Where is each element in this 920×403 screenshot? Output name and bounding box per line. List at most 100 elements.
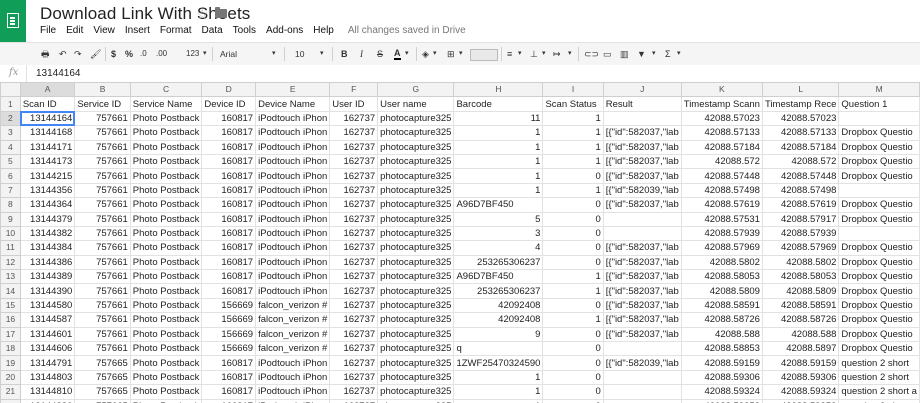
cell-j3[interactable]: [{"id":582037,"lab [602, 125, 682, 141]
cell-b4[interactable]: 757661 [74, 139, 131, 155]
cell-h14[interactable]: 253265306237 [453, 283, 544, 299]
chevron-down-icon[interactable]: ▾ [320, 48, 324, 60]
cell-a22[interactable]: 13144886 [19, 398, 76, 403]
cell-i6[interactable]: 0 [542, 168, 604, 184]
cell-d16[interactable]: 156669 [201, 312, 257, 328]
vertical-align-icon[interactable]: ⊥ [530, 48, 538, 60]
cell-g16[interactable]: photocapture325 [377, 312, 455, 328]
cell-j13[interactable]: [{"id":582037,"lab [602, 269, 682, 285]
column-header-l[interactable]: L [761, 82, 840, 98]
cell-a19[interactable]: 13144791 [19, 355, 76, 371]
cell-f6[interactable]: 162737 [329, 168, 379, 184]
cell-e18[interactable]: falcon_verizon # [255, 341, 331, 357]
cell-d19[interactable]: 160817 [201, 355, 257, 371]
chevron-down-icon[interactable]: ▾ [272, 48, 276, 60]
cell-d2[interactable]: 160817 [201, 110, 257, 127]
cell-i7[interactable]: 1 [542, 182, 604, 199]
row-header[interactable]: 5 [0, 153, 21, 170]
cell-d13[interactable]: 160817 [201, 269, 257, 285]
cell-m2[interactable] [838, 110, 920, 127]
cell-c3[interactable]: Photo Postback [129, 125, 203, 141]
cell-g19[interactable]: photocapture325 [377, 355, 455, 371]
cell-e8[interactable]: iPodtouch iPhon [255, 197, 331, 213]
cell-f18[interactable]: 162737 [329, 341, 379, 357]
cell-f17[interactable]: 162737 [329, 326, 379, 343]
cell-l15[interactable]: 42088.58591 [761, 297, 840, 314]
menu-insert[interactable]: Insert [125, 25, 150, 36]
cell-f13[interactable]: 162737 [329, 269, 379, 285]
cell-k3[interactable]: 42088.57133 [680, 125, 763, 141]
cell-k12[interactable]: 42088.5802 [680, 254, 763, 271]
cell-h15[interactable]: 42092408 [453, 297, 544, 314]
chevron-down-icon[interactable]: ▾ [405, 48, 409, 60]
cell-e20[interactable]: iPodtouch iPhon [255, 369, 331, 386]
undo-icon[interactable]: ↶ [59, 48, 67, 60]
cell-a15[interactable]: 13144580 [19, 297, 76, 314]
cell-a6[interactable]: 13144215 [19, 168, 76, 184]
column-header-k[interactable]: K [680, 82, 763, 98]
cell-f3[interactable]: 162737 [329, 125, 379, 141]
cell-g7[interactable]: photocapture325 [377, 182, 455, 199]
cell-k9[interactable]: 42088.57531 [680, 211, 763, 227]
cell-g3[interactable]: photocapture325 [377, 125, 455, 141]
chevron-down-icon[interactable]: ▾ [433, 48, 437, 60]
cell-l12[interactable]: 42088.5802 [761, 254, 840, 271]
cell-l6[interactable]: 42088.57448 [761, 168, 840, 184]
cell-j8[interactable]: [{"id":582037,"lab [602, 197, 682, 213]
cell-m19[interactable]: question 2 short [838, 355, 920, 371]
cell-m5[interactable]: Dropbox Questio [838, 153, 920, 170]
cell-a9[interactable]: 13144379 [19, 211, 76, 227]
cell-h1[interactable]: Barcode [453, 96, 544, 112]
row-header[interactable]: 10 [0, 225, 21, 242]
cell-d3[interactable]: 160817 [201, 125, 257, 141]
cell-l11[interactable]: 42088.57969 [761, 240, 840, 256]
cell-i11[interactable]: 0 [542, 240, 604, 256]
cell-f16[interactable]: 162737 [329, 312, 379, 328]
cell-c5[interactable]: Photo Postback [129, 153, 203, 170]
cell-j5[interactable]: [{"id":582037,"lab [602, 153, 682, 170]
cell-h18[interactable]: q [453, 341, 544, 357]
cell-a14[interactable]: 13144390 [19, 283, 76, 299]
more-formats-button[interactable]: 123 [186, 48, 199, 60]
cell-k16[interactable]: 42088.58726 [680, 312, 763, 328]
cell-c9[interactable]: Photo Postback [129, 211, 203, 227]
cell-j10[interactable] [602, 225, 682, 242]
cell-m1[interactable]: Question 1 [838, 96, 920, 112]
cell-i14[interactable]: 1 [542, 283, 604, 299]
increase-decimal-button[interactable]: .00 [156, 48, 167, 60]
cell-i17[interactable]: 0 [542, 326, 604, 343]
cell-c15[interactable]: Photo Postback [129, 297, 203, 314]
cell-b21[interactable]: 757665 [74, 384, 131, 400]
cell-e17[interactable]: falcon_verizon # [255, 326, 331, 343]
decrease-decimal-button[interactable]: .0 [140, 48, 147, 60]
cell-d10[interactable]: 160817 [201, 225, 257, 242]
cell-f19[interactable]: 162737 [329, 355, 379, 371]
cell-a8[interactable]: 13144364 [19, 197, 76, 213]
cell-k4[interactable]: 42088.57184 [680, 139, 763, 155]
cell-g9[interactable]: photocapture325 [377, 211, 455, 227]
cell-m15[interactable]: Dropbox Questio [838, 297, 920, 314]
redo-icon[interactable]: ↷ [74, 48, 82, 60]
cell-h19[interactable]: 1ZWF25470324590 [453, 355, 544, 371]
cell-i21[interactable]: 0 [542, 384, 604, 400]
cell-f1[interactable]: User ID [329, 96, 379, 112]
cell-f4[interactable]: 162737 [329, 139, 379, 155]
cell-k22[interactable]: 42088.59353 [680, 398, 763, 403]
cell-h10[interactable]: 3 [453, 225, 544, 242]
cell-k21[interactable]: 42088.59324 [680, 384, 763, 400]
cell-j19[interactable]: [{"id":582039,"lab [602, 355, 682, 371]
row-header[interactable]: 9 [0, 211, 21, 227]
cell-j11[interactable]: [{"id":582037,"lab [602, 240, 682, 256]
cell-l5[interactable]: 42088.572 [761, 153, 840, 170]
row-header[interactable]: 22 [0, 398, 21, 403]
cell-f2[interactable]: 162737 [329, 110, 379, 127]
cell-i20[interactable]: 0 [542, 369, 604, 386]
folder-icon[interactable] [215, 7, 227, 18]
cell-k8[interactable]: 42088.57619 [680, 197, 763, 213]
cell-l3[interactable]: 42088.57133 [761, 125, 840, 141]
cell-k6[interactable]: 42088.57448 [680, 168, 763, 184]
cell-i3[interactable]: 1 [542, 125, 604, 141]
align-icon[interactable]: ≡ [507, 48, 512, 60]
cell-c6[interactable]: Photo Postback [129, 168, 203, 184]
cell-f15[interactable]: 162737 [329, 297, 379, 314]
